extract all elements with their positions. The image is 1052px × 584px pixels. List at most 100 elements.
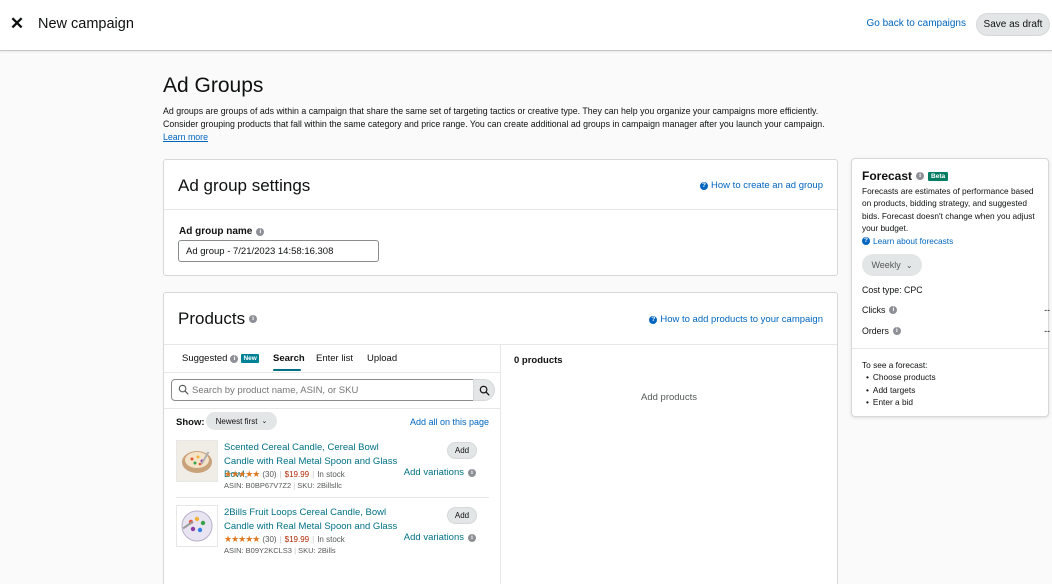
info-icon: i: [230, 354, 239, 363]
products-title: Products i: [178, 309, 258, 329]
info-icon[interactable]: i: [916, 172, 925, 180]
instructions-title: To see a forecast:: [862, 360, 928, 370]
product-meta: ★★★★★ (30) | $19.99 | In stock: [224, 534, 345, 544]
learn-more-link[interactable]: Learn more: [163, 132, 208, 142]
settings-title: Ad group settings: [178, 176, 311, 195]
add-variations-label: Add variations: [403, 532, 464, 543]
create-ad-group-help-label: How to create an ad group: [711, 180, 823, 191]
add-variations-link[interactable]: Add variations i: [404, 467, 476, 478]
learn-forecasts-label: Learn about forecasts: [873, 236, 954, 246]
info-icon[interactable]: i: [892, 327, 901, 335]
asin: ASIN: B0BP67V7Z2: [224, 481, 292, 490]
stock-status: In stock: [317, 535, 345, 544]
page-header-title: New campaign: [38, 16, 134, 32]
add-products-help-link[interactable]: ? How to add products to your campaign: [649, 314, 823, 325]
info-icon: i: [468, 533, 476, 542]
intro-text: Ad groups are groups of ads within a cam…: [163, 105, 828, 144]
info-icon[interactable]: i: [256, 227, 265, 236]
product-count: 0 products: [514, 355, 563, 366]
stock-status: In stock: [317, 470, 345, 479]
help-icon: ?: [862, 237, 870, 245]
active-tab-indicator: [273, 369, 301, 371]
sku: SKU: 2Bills: [298, 546, 336, 555]
tab-suggested-label: Suggested: [182, 353, 228, 364]
forecast-instructions: To see a forecast: Choose products Add t…: [862, 359, 936, 408]
close-icon[interactable]: ✕: [9, 15, 25, 33]
clicks-row: Clicks i --: [862, 305, 1050, 315]
top-bar: ✕ New campaign Go back to campaigns Save…: [0, 0, 1052, 51]
star-rating-icon: ★★★★★: [224, 534, 260, 544]
add-product-button[interactable]: Add: [447, 507, 477, 524]
product-image: [176, 440, 218, 482]
orders-label: Orders: [862, 326, 889, 336]
show-label: Show:: [176, 417, 205, 428]
ad-group-name-input[interactable]: [178, 240, 379, 262]
info-icon[interactable]: i: [889, 306, 898, 314]
products-title-text: Products: [178, 309, 246, 328]
empty-state-text: Add products: [641, 392, 697, 403]
add-variations-link[interactable]: Add variations i: [404, 532, 476, 543]
sort-dropdown[interactable]: Newest first ⌄: [206, 412, 277, 430]
divider: [164, 209, 837, 210]
orders-value: --: [1044, 326, 1050, 336]
search-button[interactable]: [473, 379, 495, 401]
clicks-value: --: [1044, 305, 1050, 315]
star-rating-icon: ★★★★★: [224, 469, 260, 479]
selected-products-panel: 0 products Add products: [501, 344, 837, 584]
orders-row: Orders i --: [862, 326, 1050, 336]
ad-group-name-label: Ad group name i: [179, 226, 265, 237]
page-title: Ad Groups: [163, 74, 264, 97]
product-row: 2Bills Fruit Loops Cereal Candle, Bowl C…: [176, 501, 489, 561]
add-all-link[interactable]: Add all on this page: [410, 417, 489, 427]
info-icon: i: [468, 468, 476, 477]
product-title-link[interactable]: 2Bills Fruit Loops Cereal Candle, Bowl C…: [224, 506, 404, 533]
help-icon: ?: [649, 315, 658, 324]
add-products-help-label: How to add products to your campaign: [660, 314, 823, 325]
back-to-campaigns-link[interactable]: Go back to campaigns: [867, 18, 967, 29]
divider: [852, 348, 1048, 349]
product-row: Scented Cereal Candle, Cereal Bowl Candl…: [176, 436, 489, 498]
ad-group-name-label-text: Ad group name: [179, 226, 253, 237]
product-image: [176, 505, 218, 547]
product-price: $19.99: [284, 535, 310, 544]
clicks-label: Clicks: [862, 305, 886, 315]
tab-enter-list[interactable]: Enter list: [316, 353, 353, 364]
product-search-panel: Suggested i New Search Enter list Upload…: [164, 344, 501, 584]
products-card: Products i ? How to add products to your…: [163, 292, 838, 584]
cost-type-text: Cost type: CPC: [862, 285, 923, 295]
product-tabs: Suggested i New Search Enter list Upload: [164, 344, 501, 373]
product-meta: ★★★★★ (30) | $19.99 | In stock: [224, 469, 345, 479]
add-variations-label: Add variations: [403, 467, 464, 478]
period-dropdown[interactable]: Weekly ⌄: [862, 254, 922, 276]
instructions-list: Choose products Add targets Enter a bid: [862, 371, 936, 408]
product-search-input[interactable]: [171, 379, 475, 401]
forecast-title-text: Forecast: [862, 169, 913, 183]
rating-count: (30): [262, 535, 277, 544]
list-item: Choose products: [866, 371, 936, 383]
forecast-title: Forecast i Beta: [862, 169, 949, 183]
asin: ASIN: B09Y2KCLS3: [224, 546, 292, 555]
search-icon: [479, 385, 490, 396]
forecast-panel: Forecast i Beta Forecasts are estimates …: [851, 158, 1050, 417]
rating-count: (30): [262, 470, 277, 479]
tab-suggested[interactable]: Suggested i New: [182, 353, 259, 364]
beta-badge: Beta: [928, 171, 949, 181]
sort-row: Show: Newest first ⌄ Add all on this pag…: [164, 408, 501, 432]
product-ids: ASIN: B09Y2KCLS3 | SKU: 2Bills: [224, 546, 336, 555]
cost-type: Cost type: CPC: [862, 285, 1040, 295]
tab-search[interactable]: Search: [273, 353, 305, 364]
learn-forecasts-link[interactable]: ? Learn about forecasts: [862, 236, 953, 246]
list-item: Add targets: [866, 384, 936, 396]
chevron-down-icon: ⌄: [905, 260, 913, 270]
save-draft-button[interactable]: Save as draft: [976, 13, 1050, 36]
sort-value: Newest first: [215, 416, 258, 426]
info-icon[interactable]: i: [249, 315, 258, 323]
add-product-button[interactable]: Add: [447, 442, 477, 459]
sku: SKU: 2Billsllc: [297, 481, 342, 490]
tab-upload[interactable]: Upload: [367, 353, 397, 364]
create-ad-group-help-link[interactable]: ? How to create an ad group: [700, 180, 823, 191]
help-icon: ?: [700, 181, 709, 190]
new-badge: New: [241, 354, 259, 363]
product-ids: ASIN: B0BP67V7Z2 | SKU: 2Billsllc: [224, 481, 342, 490]
intro-body: Ad groups are groups of ads within a cam…: [163, 106, 825, 129]
